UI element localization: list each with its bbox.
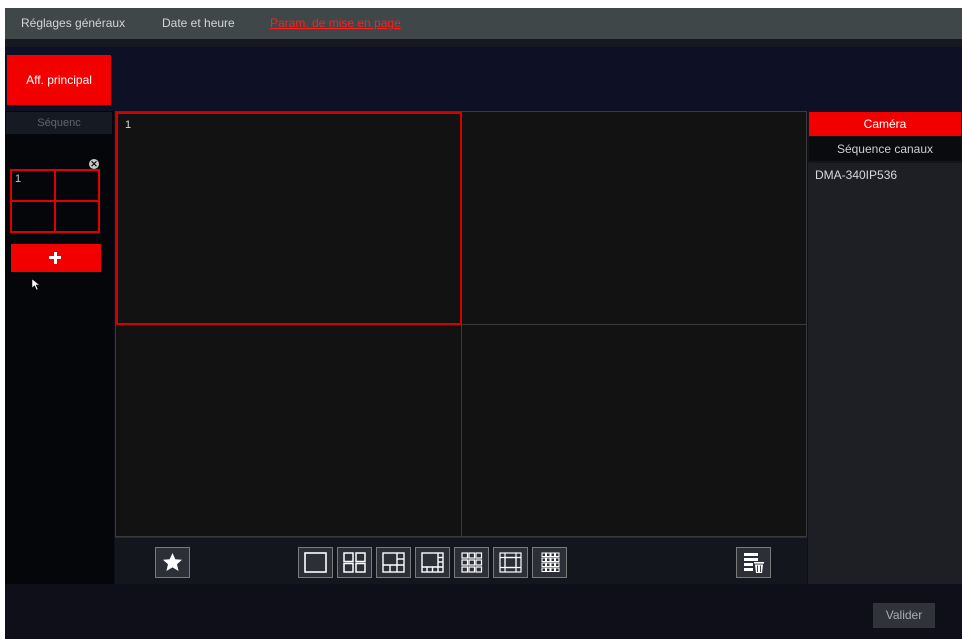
top-tab-bar: Réglages généraux Date et heure Param. d… xyxy=(5,8,962,39)
grid-cell[interactable] xyxy=(463,112,806,323)
layout-6-icon[interactable] xyxy=(376,547,411,578)
grid-cell[interactable] xyxy=(463,326,806,536)
layout-4-icon[interactable] xyxy=(337,547,372,578)
tab-camera[interactable]: Caméra xyxy=(809,112,961,136)
tab-general-settings[interactable]: Réglages généraux xyxy=(21,8,125,39)
layout-8-icon[interactable] xyxy=(415,547,450,578)
camera-panel: Caméra Séquence canaux DMA-340IP536 xyxy=(808,111,962,584)
sequence-header: Séquenc xyxy=(6,112,112,134)
grid-cell-selected[interactable]: 1 xyxy=(116,112,462,325)
layout-16-icon[interactable] xyxy=(532,547,567,578)
main-display-button[interactable]: Aff. principal xyxy=(7,55,111,105)
tab-layout-settings[interactable]: Param. de mise en page xyxy=(270,8,401,39)
layout-9-icon[interactable] xyxy=(454,547,489,578)
tab-date-time[interactable]: Date et heure xyxy=(162,8,235,39)
clear-layout-icon[interactable] xyxy=(736,547,771,578)
thumbnail-divider xyxy=(12,200,98,202)
add-sequence-button[interactable] xyxy=(11,244,101,272)
layout-toolbar xyxy=(115,537,807,584)
footer-bar xyxy=(5,584,962,639)
grid-cell[interactable] xyxy=(116,326,460,536)
tab-channel-sequence[interactable]: Séquence canaux xyxy=(809,137,961,161)
star-icon[interactable] xyxy=(155,547,190,578)
close-icon[interactable]: ✕ xyxy=(89,159,99,169)
cell-label: 1 xyxy=(125,119,132,131)
divider xyxy=(5,39,962,47)
thumbnail-label: 1 xyxy=(15,173,22,185)
layout-13-icon[interactable] xyxy=(493,547,528,578)
layout-1-icon[interactable] xyxy=(298,547,333,578)
app-screen: Réglages généraux Date et heure Param. d… xyxy=(5,8,962,639)
confirm-button[interactable]: Valider xyxy=(873,603,935,628)
list-item[interactable]: DMA-340IP536 xyxy=(815,168,897,182)
sequence-panel: Séquenc ✕ 1 xyxy=(5,111,114,584)
view-selector-row: Aff. principal xyxy=(5,47,962,111)
camera-list: DMA-340IP536 xyxy=(808,163,962,584)
layout-grid: 1 xyxy=(115,111,807,537)
sequence-thumbnail[interactable]: 1 xyxy=(10,169,100,233)
mouse-pointer-icon xyxy=(32,279,41,291)
